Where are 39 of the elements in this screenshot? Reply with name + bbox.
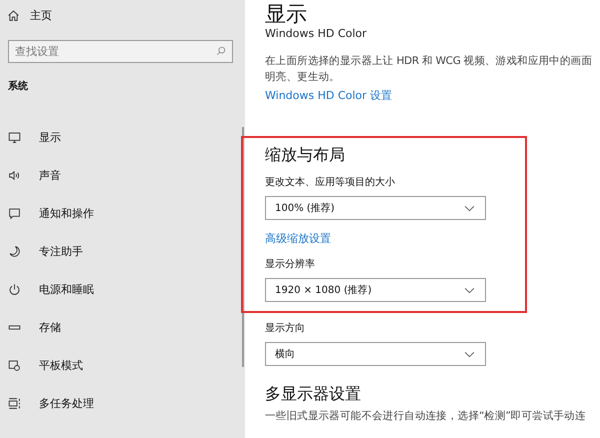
speech-bubble-icon	[8, 206, 21, 220]
page-title: 显示	[265, 1, 308, 27]
dropdown[interactable]: 1920 × 1080 (推荐)	[265, 278, 486, 302]
sidebar-item[interactable]: 存储	[8, 308, 237, 346]
house-icon	[7, 8, 20, 22]
search-field[interactable]: 查找设置	[8, 40, 233, 63]
sidebar-item[interactable]: 通知和操作	[8, 194, 237, 232]
field-label: 显示方向	[265, 322, 306, 336]
search-icon	[216, 46, 226, 56]
windows-split-icon	[8, 396, 21, 410]
section-heading: 多显示器设置	[265, 384, 362, 404]
power-icon	[8, 282, 21, 296]
chevron-down-icon	[464, 204, 475, 212]
dropdown[interactable]: 横向	[265, 342, 486, 366]
description-text: 一些旧式显示器可能不会进行自动连接，选择“检测”即可尝试手动连	[265, 410, 587, 423]
sidebar-item[interactable]: 电源和睡眠	[8, 270, 237, 308]
section-title: 系统	[8, 80, 29, 93]
scrollbar[interactable]	[242, 127, 244, 367]
home-link[interactable]: 主页	[7, 6, 237, 24]
sidebar-item[interactable]: 专注助手	[8, 232, 237, 270]
moon-icon	[8, 244, 21, 258]
sidebar-item[interactable]: 多任务处理	[8, 384, 237, 422]
section-heading: Windows HD Color	[265, 27, 368, 41]
sidebar-item[interactable]: 显示	[8, 118, 237, 156]
settings-link[interactable]: Windows HD Color 设置	[265, 88, 392, 104]
chevron-down-icon	[464, 350, 475, 358]
field-label: 更改文本、应用等项目的大小	[265, 176, 396, 190]
speaker-icon	[8, 168, 21, 182]
description-text: 明亮、更生动。	[265, 70, 341, 85]
description-text: 在上面所选择的显示器上让 HDR 和 WCG 视频、游戏和应用中的画面	[265, 54, 593, 69]
chevron-down-icon	[464, 286, 475, 294]
sidebar-item[interactable]: 平板模式	[8, 346, 237, 384]
field-label: 显示分辨率	[265, 258, 316, 272]
dropdown[interactable]: 100% (推荐)	[265, 196, 486, 220]
tablet-icon	[8, 358, 21, 372]
settings-link[interactable]: 高级缩放设置	[265, 231, 331, 247]
monitor-icon	[8, 130, 21, 144]
sidebar-item[interactable]: 声音	[8, 156, 237, 194]
section-heading: 缩放与布局	[265, 145, 346, 165]
